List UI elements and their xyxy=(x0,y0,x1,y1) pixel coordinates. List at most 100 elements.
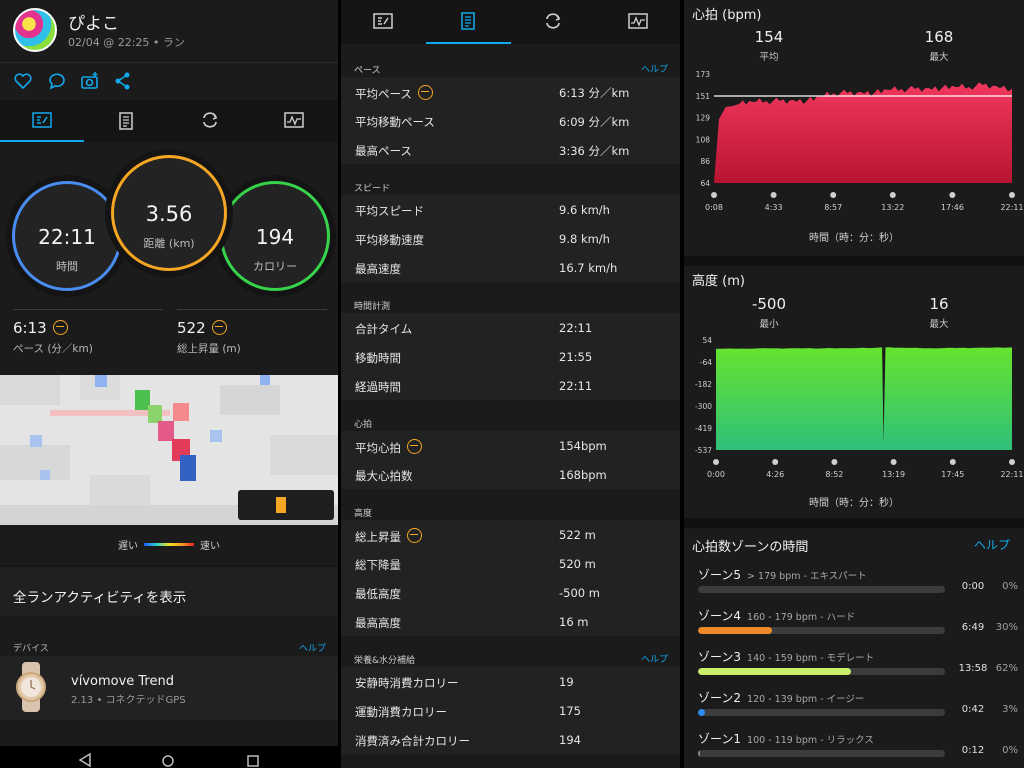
detail-label: 最高速度 xyxy=(355,261,401,277)
y-tick-label: 129 xyxy=(696,114,711,123)
tab-laps[interactable] xyxy=(511,0,596,44)
nav-back-icon[interactable] xyxy=(78,752,91,768)
y-tick-label: -419 xyxy=(695,424,712,433)
heart-icon[interactable] xyxy=(13,71,33,91)
device-help-link[interactable]: ヘルプ xyxy=(299,641,326,654)
elev-min-value: -500 xyxy=(751,295,787,313)
detail-row[interactable]: 平均移動ペース 6:09 分／km xyxy=(341,106,680,135)
zone-name: ゾーン3 xyxy=(698,650,742,664)
detail-row[interactable]: 平均移動速度 9.8 km/h xyxy=(341,224,680,253)
zones-help-link[interactable]: ヘルプ xyxy=(974,536,1010,553)
add-photo-icon[interactable] xyxy=(80,71,100,91)
pulse-icon xyxy=(407,439,422,454)
avatar[interactable] xyxy=(13,8,57,52)
section-help-link[interactable]: ヘルプ xyxy=(641,652,668,665)
hr-zone-row[interactable]: ゾーン3 140 - 159 bpm - モデレート 13:58 62% xyxy=(698,648,1018,686)
detail-row[interactable]: 経過時間 22:11 xyxy=(341,371,680,400)
x-tick-label: 8:57 xyxy=(824,203,842,212)
zone-range: > 179 bpm - エキスパート xyxy=(747,571,867,582)
ascent-stat[interactable]: 522 総上昇量 (m) xyxy=(177,319,241,356)
device-info: 2.13 • コネクテッドGPS xyxy=(71,695,186,706)
detail-label-text: 運動消費カロリー xyxy=(355,705,447,719)
detail-row[interactable]: 平均ペース 6:13 分／km xyxy=(341,77,680,106)
tab-details[interactable] xyxy=(426,0,511,44)
y-tick-label: 108 xyxy=(696,135,711,144)
detail-value: 154bpm xyxy=(559,439,607,453)
heart-rate-chart[interactable]: 173 151 129 108 86 64 0:08 4:33 8:57 13:22 17:46 22… xyxy=(684,62,1024,222)
zone-percent: 0% xyxy=(1002,581,1018,592)
detail-label-text: 平均移動ペース xyxy=(355,115,435,129)
detail-label: 平均スピード xyxy=(355,203,424,219)
hr-zone-row[interactable]: ゾーン2 120 - 139 bpm - イージー 0:42 3% xyxy=(698,689,1018,727)
nav-home-icon[interactable] xyxy=(162,755,174,767)
detail-value: 6:13 分／km xyxy=(559,86,630,100)
route-map[interactable] xyxy=(0,375,338,525)
tab-charts[interactable] xyxy=(596,0,680,44)
ascent-value: 522 xyxy=(177,319,206,337)
hr-zone-row[interactable]: ゾーン5 > 179 bpm - エキスパート 0:00 0% xyxy=(698,566,1018,604)
detail-row[interactable]: 最低高度 -500 m xyxy=(341,578,680,607)
detail-label-text: 最高ペース xyxy=(355,144,412,158)
pace-gradient xyxy=(144,543,194,546)
device-name: vívomove Trend xyxy=(71,674,174,689)
zone-time: 6:49 xyxy=(961,622,985,633)
detail-row[interactable]: 最高速度 16.7 km/h xyxy=(341,253,680,282)
pulse-icon xyxy=(417,85,433,100)
pulse-icon xyxy=(211,320,227,335)
section-title: スピード xyxy=(354,184,391,194)
activity-tabs xyxy=(0,100,338,142)
detail-value: -500 m xyxy=(559,586,600,600)
zone-bar xyxy=(698,709,945,716)
x-tick-label: 22:11 xyxy=(1000,470,1023,479)
detail-row[interactable]: 運動消費カロリー 175 xyxy=(341,696,680,725)
tab-charts[interactable] xyxy=(252,100,336,142)
x-tick-dot xyxy=(711,192,717,198)
charts-tab-icon xyxy=(628,13,648,29)
x-tick-label: 8:52 xyxy=(825,470,843,479)
detail-value: 19 xyxy=(559,675,574,689)
y-tick-label: 64 xyxy=(700,179,710,188)
detail-row[interactable]: 総下降量 520 m xyxy=(341,549,680,578)
detail-row[interactable]: 最大心拍数 168bpm xyxy=(341,460,680,489)
all-runs-link[interactable]: 全ランアクティビティを表示 xyxy=(0,566,338,616)
pace-stat[interactable]: 6:13 ペース (分／km) xyxy=(13,319,93,356)
section-help-link[interactable]: ヘルプ xyxy=(641,62,668,75)
hr-zone-row[interactable]: ゾーン4 160 - 179 bpm - ハード 6:49 30% xyxy=(698,607,1018,645)
tab-laps[interactable] xyxy=(168,100,252,142)
tab-summary[interactable] xyxy=(0,100,84,142)
detail-label: 消費済み合計カロリー xyxy=(355,733,470,749)
hr-zone-row[interactable]: ゾーン1 100 - 119 bpm - リラックス 0:12 0% xyxy=(698,730,1018,768)
share-icon[interactable] xyxy=(113,71,133,91)
device-row[interactable]: vívomove Trend 2.13 • コネクテッドGPS xyxy=(0,656,338,720)
detail-row[interactable]: 移動時間 21:55 xyxy=(341,342,680,371)
detail-row[interactable]: 総上昇量 522 m xyxy=(341,520,680,549)
hr-avg-value: 154 xyxy=(754,28,784,46)
detail-row[interactable]: 消費済み合計カロリー 194 xyxy=(341,725,680,754)
comment-icon[interactable] xyxy=(47,71,67,91)
zone-bar xyxy=(698,627,945,634)
detail-value: 3:36 分／km xyxy=(559,144,630,158)
tab-summary[interactable] xyxy=(341,0,426,44)
detail-value: 16.7 km/h xyxy=(559,261,618,275)
zone-bar-fill xyxy=(698,668,852,675)
detail-row[interactable]: 合計タイム 22:11 xyxy=(341,313,680,342)
legend-fast: 速い xyxy=(200,541,220,552)
detail-row[interactable]: 平均心拍 154bpm xyxy=(341,431,680,460)
detail-row[interactable]: 最高ペース 3:36 分／km xyxy=(341,135,680,164)
detail-row[interactable]: 平均スピード 9.6 km/h xyxy=(341,195,680,224)
x-tick-dot xyxy=(889,192,896,198)
x-tick-label: 22:11 xyxy=(1000,203,1023,212)
elevation-chart[interactable]: 54 -64 -182 -300 -419 -537 0:00 4:26 8:52 13:19 17… xyxy=(684,330,1024,482)
zone-bar xyxy=(698,668,945,675)
x-tick-dot xyxy=(949,459,956,465)
detail-label: 経過時間 xyxy=(355,379,401,395)
detail-row[interactable]: 最高高度 16 m xyxy=(341,607,680,636)
detail-row[interactable]: 安静時消費カロリー 19 xyxy=(341,667,680,696)
y-tick-label: -64 xyxy=(700,358,712,367)
distance-label: 距離 (km) xyxy=(143,237,195,250)
detail-value: 16 m xyxy=(559,615,589,629)
x-tick-dot xyxy=(1009,459,1015,465)
tab-details[interactable] xyxy=(84,100,168,142)
nav-recents-icon[interactable] xyxy=(247,755,259,767)
details-tab-icon xyxy=(119,112,133,130)
